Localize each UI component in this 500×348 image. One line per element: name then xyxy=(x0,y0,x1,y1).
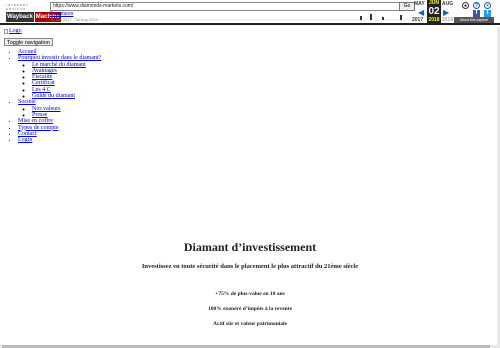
nav-link[interactable]: Société xyxy=(18,99,36,105)
about-capture-button[interactable]: About this capture xyxy=(454,17,494,23)
broken-image-icon xyxy=(4,28,8,34)
site-logo[interactable]: Logo xyxy=(4,28,22,34)
submenu-link[interactable]: Nos valeurs xyxy=(32,106,61,112)
close-icon[interactable]: × xyxy=(484,2,491,9)
main-nav: Accueil Pourquoi investir dans le diaman… xyxy=(4,49,101,143)
wayback-toolbar: INTERNET ARCHIVE Wayback Machine https:/… xyxy=(0,0,500,25)
wayback-cur-day: 02 xyxy=(428,6,440,17)
wayback-prev-month[interactable]: MAY xyxy=(414,1,425,7)
wayback-logo-top: INTERNET ARCHIVE xyxy=(6,3,29,11)
nav-link[interactable]: Contact xyxy=(18,131,37,137)
nav-link[interactable]: Accueil xyxy=(18,49,37,55)
wayback-capture-range: 11 Jan 2017 - 08 Aug 2019 xyxy=(50,17,98,22)
wayback-cur-year: 2018 xyxy=(428,17,440,23)
nav-link[interactable]: Types de compte xyxy=(18,125,59,131)
submenu-link[interactable]: Avantages xyxy=(32,68,57,74)
hero-point: +75% de plus-value en 10 ans xyxy=(215,291,285,297)
facebook-icon[interactable]: f xyxy=(473,10,480,17)
wayback-url-input[interactable]: https://www.diamonds-markets.com/ xyxy=(50,2,401,11)
nav-link[interactable]: Mise en coffre xyxy=(18,118,53,124)
nav-item-pourquoi: Pourquoi investir dans le diamant? Le ma… xyxy=(18,55,101,99)
toggle-navigation-button[interactable]: Toggle navigation xyxy=(4,38,53,46)
nav-link[interactable]: Pourquoi investir dans le diamant? xyxy=(18,55,101,61)
prev-capture-arrow-icon[interactable]: ◀ xyxy=(418,9,424,17)
submenu-link[interactable]: Les 4 C xyxy=(32,87,51,93)
nav-item-societe: Société Nos valeurs Presse xyxy=(18,99,101,118)
submenu: Le marché du diamant Avantages Fiscalité… xyxy=(18,62,101,100)
wayback-go-button[interactable]: Go xyxy=(399,2,415,11)
wayback-prev-year[interactable]: 2017 xyxy=(412,17,423,23)
hero-point: Actif sûr et valeur patrimoniale xyxy=(212,321,288,327)
next-capture-arrow-icon[interactable]: ▶ xyxy=(443,9,449,17)
wayback-next-month[interactable]: AUG xyxy=(442,1,453,7)
wayback-current-date: JUN 02 2018 xyxy=(427,0,441,24)
twitter-icon[interactable]: t xyxy=(484,10,491,17)
help-icon[interactable]: ? xyxy=(473,2,480,9)
nav-link[interactable]: Login xyxy=(18,137,32,143)
hero-title: Diamant d’investissement xyxy=(183,240,317,254)
submenu: Nos valeurs Presse xyxy=(18,106,101,119)
hero-subtitle: Investissez en toute sécurité dans le pl… xyxy=(141,263,359,270)
submenu-link[interactable]: Certificat xyxy=(32,80,55,86)
submenu-link[interactable]: Guide du diamant xyxy=(32,93,75,99)
hero-point: 100% exonéré d’impôts à la revente xyxy=(207,306,293,312)
wayback-logo-part: Wayback xyxy=(6,12,34,22)
nav-item-login: Login xyxy=(18,137,101,143)
wayback-next-year[interactable]: 2019 xyxy=(442,17,453,23)
submenu-link[interactable]: Le marché du diamant xyxy=(32,62,86,68)
site-logo-alt: Logo xyxy=(9,28,22,34)
wayback-sparkline[interactable] xyxy=(120,11,410,21)
user-icon[interactable]: ● xyxy=(462,2,469,9)
wayback-logo[interactable]: INTERNET ARCHIVE Wayback Machine xyxy=(6,3,61,22)
